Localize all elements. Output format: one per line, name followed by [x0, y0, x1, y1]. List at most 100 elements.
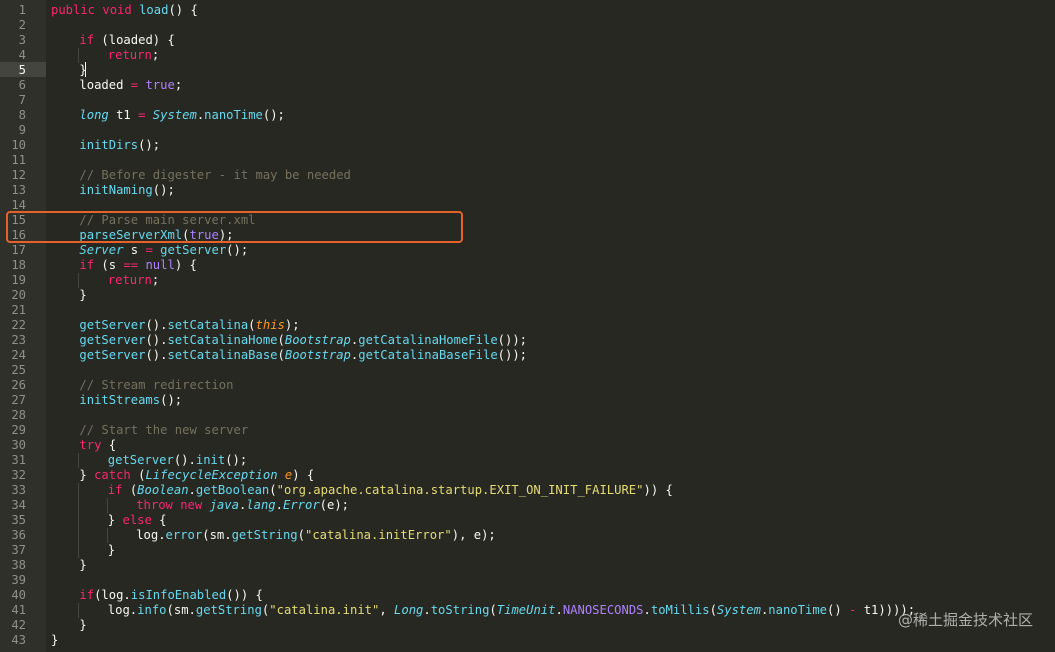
code-token: (). [145, 333, 168, 347]
code-token: info [137, 603, 167, 617]
code-line[interactable]: 17 Server s = getServer(); [0, 243, 1055, 258]
code-token: System [716, 603, 761, 617]
code-line[interactable]: 28 [0, 408, 1055, 423]
indent-guide [78, 543, 80, 558]
code-line[interactable]: 2 [0, 18, 1055, 33]
line-number: 38 [11, 558, 26, 572]
code-line[interactable]: 6 loaded = true; [0, 78, 1055, 93]
code-line[interactable]: 22 getServer().setCatalina(this); [0, 318, 1055, 333]
code-line[interactable]: 20} [0, 288, 1055, 303]
line-number: 19 [11, 273, 26, 287]
code-line[interactable]: 18 if (s == null) { [0, 258, 1055, 273]
line-number: 22 [11, 318, 26, 332]
code-text: initNaming(); [79, 183, 174, 198]
code-text: } else { [108, 513, 167, 528]
code-line[interactable]: 34 throw new java.lang.Error(e); [0, 498, 1055, 513]
code-line[interactable]: 32} catch (LifecycleException e) { [0, 468, 1055, 483]
code-token: Server [79, 243, 124, 257]
code-editor[interactable]: 1 public void load() {2 3 if (loaded) {4 ret… [0, 0, 1055, 652]
line-number: 31 [11, 453, 26, 467]
code-line[interactable]: 1 public void load() { [0, 3, 1055, 18]
code-token: ( [297, 528, 305, 542]
code-text: throw new java.lang.Error(e); [136, 498, 349, 513]
code-token: // Stream redirection [79, 378, 234, 392]
code-line[interactable]: 9 [0, 123, 1055, 138]
code-token: java [209, 498, 239, 512]
code-line[interactable]: 23 getServer().setCatalinaHome(Bootstrap.… [0, 333, 1055, 348]
code-line[interactable]: 7 [0, 93, 1055, 108]
code-line[interactable]: 26 // Stream redirection [0, 378, 1055, 393]
code-token: getServer [107, 453, 174, 467]
code-line[interactable]: 43} [0, 633, 1055, 648]
code-token: (log. [94, 588, 131, 602]
code-text: // Start the new server [79, 423, 248, 438]
line-number: 24 [11, 348, 26, 362]
code-line[interactable]: 33 if (Boolean.getBoolean("org.apache.cat… [0, 483, 1055, 498]
line-number: 42 [11, 618, 26, 632]
code-token: . [275, 498, 283, 512]
line-number: 36 [11, 528, 26, 542]
line-number: 29 [11, 423, 26, 437]
code-token: Long [394, 603, 424, 617]
code-line[interactable]: 4 return; [0, 48, 1055, 63]
code-token: if [79, 33, 95, 47]
code-token: getString [231, 528, 298, 542]
code-line[interactable]: 29 // Start the new server [0, 423, 1055, 438]
code-token: if [79, 258, 95, 272]
code-token: } [79, 288, 87, 302]
code-line[interactable]: 42} [0, 618, 1055, 633]
code-token: ()); [497, 333, 528, 347]
indent-guide [78, 48, 80, 63]
code-line[interactable]: 10 initDirs(); [0, 138, 1055, 153]
code-token: (). [145, 348, 168, 362]
code-line[interactable]: 38} [0, 558, 1055, 573]
code-line[interactable]: 24 getServer().setCatalinaBase(Bootstrap.… [0, 348, 1055, 363]
code-text: getServer().setCatalinaHome(Bootstrap.ge… [79, 333, 527, 348]
code-line[interactable]: 31 getServer().init(); [0, 453, 1055, 468]
code-line[interactable]: 8 long t1 = System.nanoTime(); [0, 108, 1055, 123]
code-line[interactable]: 19 return; [0, 273, 1055, 288]
code-text: } [79, 618, 86, 633]
code-token: getServer [79, 318, 146, 332]
code-token: init [195, 453, 226, 467]
code-line[interactable]: 36 log.error(sm.getString("catalina.initE… [0, 528, 1055, 543]
line-number: 2 [18, 18, 26, 32]
code-token: error [165, 528, 203, 542]
code-line[interactable]: 37} [0, 543, 1055, 558]
line-number: 25 [11, 363, 26, 377]
code-token: long [79, 108, 109, 122]
code-text: long t1 = System.nanoTime(); [79, 108, 285, 123]
code-token: void [102, 3, 132, 17]
code-line[interactable]: 21 [0, 303, 1055, 318]
code-token: initDirs [79, 138, 139, 152]
code-line[interactable]: 27 initStreams(); [0, 393, 1055, 408]
line-number: 33 [11, 483, 26, 497]
line-number: 10 [11, 138, 26, 152]
code-line[interactable]: 11 [0, 153, 1055, 168]
code-line[interactable]: 3 if (loaded) { [0, 33, 1055, 48]
line-number: 41 [11, 603, 26, 617]
code-line[interactable]: 40 if(log.isInfoEnabled()) { [0, 588, 1055, 603]
code-line[interactable]: 30 try { [0, 438, 1055, 453]
code-token: } [79, 618, 87, 632]
code-line[interactable]: 41 log.info(sm.getString ("catalina.init",… [0, 603, 1055, 618]
code-token: System [152, 108, 197, 122]
code-text: if(log.isInfoEnabled()) { [79, 588, 262, 603]
code-text: log.info(sm.getString ("catalina.init", L… [108, 603, 915, 618]
code-token: (e); [319, 498, 350, 512]
code-line[interactable]: 13 initNaming(); [0, 183, 1055, 198]
code-line[interactable]: 39 [0, 573, 1055, 588]
code-token: . [555, 603, 563, 617]
code-line[interactable]: 35 } else { [0, 513, 1055, 528]
line-number: 35 [11, 513, 26, 527]
code-token: toMillis [650, 603, 710, 617]
code-line[interactable]: 5} [0, 63, 1055, 78]
annotation-highlight-box [6, 211, 463, 243]
code-line[interactable]: 12 // Before digester - it may be needed [0, 168, 1055, 183]
code-line[interactable]: 25 [0, 363, 1055, 378]
code-text: if (loaded) { [79, 33, 174, 48]
code-token: setCatalinaBase [167, 348, 278, 362]
code-token: "catalina.init" [269, 603, 380, 617]
